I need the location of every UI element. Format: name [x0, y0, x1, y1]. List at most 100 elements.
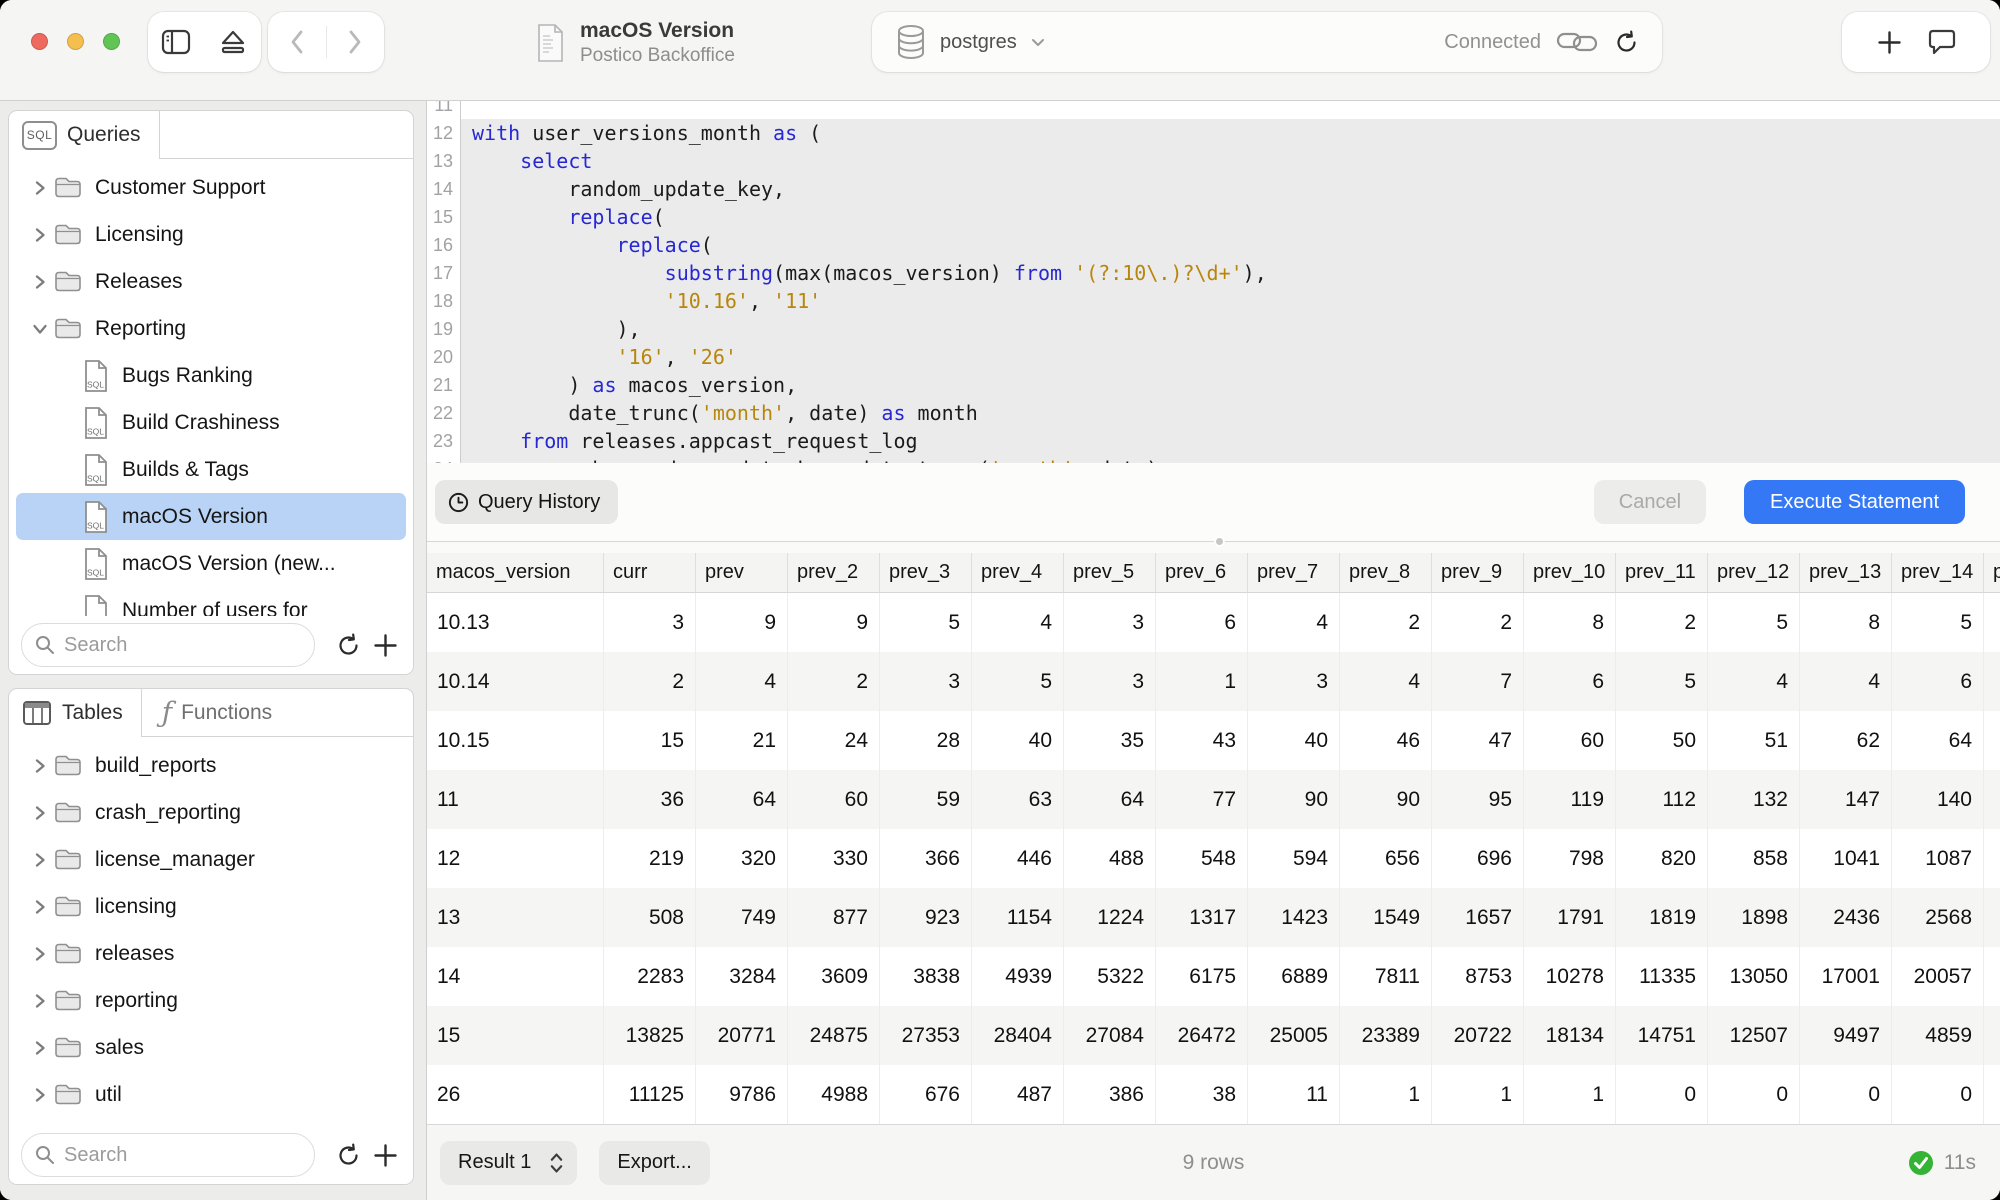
sql-editor[interactable]: 1112with user_versions_month as (13 sele… — [427, 101, 2000, 463]
tab-tables[interactable]: Tables — [9, 689, 142, 737]
table-row[interactable]: 10.15152124284035434046476050516264 — [427, 711, 2000, 770]
code-line-15[interactable]: 15 replace( — [427, 203, 2000, 231]
column-header-prev[interactable]: prev — [696, 553, 788, 593]
cell-value: 820 — [1616, 829, 1708, 888]
sidebar-item-build-reports[interactable]: build_reports — [16, 742, 406, 789]
chevron-right-icon[interactable] — [30, 272, 50, 292]
code-line-16[interactable]: 16 replace( — [427, 231, 2000, 259]
column-header-prev-15[interactable]: prev_15 — [1984, 553, 2000, 593]
chevron-right-icon[interactable] — [30, 991, 50, 1011]
sidebar-item-reporting[interactable]: reporting — [16, 977, 406, 1024]
refresh-queries-button[interactable] — [332, 629, 364, 661]
resize-grabber[interactable] — [1214, 536, 1225, 547]
column-header-prev-4[interactable]: prev_4 — [972, 553, 1064, 593]
sidebar-item-license-manager[interactable]: license_manager — [16, 836, 406, 883]
minimize-button[interactable] — [67, 33, 84, 50]
cell-value: 8 — [1800, 593, 1892, 652]
tables-search-input[interactable] — [21, 1133, 315, 1177]
table-row[interactable]: 10.13399543642282585 — [427, 593, 2000, 652]
eject-button[interactable] — [205, 12, 262, 72]
sidebar-item-number-of-users-for[interactable]: SQLNumber of users for — [16, 587, 406, 616]
code-line-17[interactable]: 17 substring(max(macos_version) from '(?… — [427, 259, 2000, 287]
chevron-right-icon[interactable] — [30, 1038, 50, 1058]
sidebar-item-releases[interactable]: Releases — [16, 258, 406, 305]
chevron-right-icon[interactable] — [30, 756, 50, 776]
code-line-18[interactable]: 18 '10.16', '11' — [427, 287, 2000, 315]
column-header-prev-5[interactable]: prev_5 — [1064, 553, 1156, 593]
table-row[interactable]: 26111259786498867648738638111110000 — [427, 1065, 2000, 1124]
cell-value: 3 — [604, 593, 696, 652]
close-button[interactable] — [31, 33, 48, 50]
column-header-prev-2[interactable]: prev_2 — [788, 553, 880, 593]
add-query-button[interactable] — [369, 629, 401, 661]
zoom-button[interactable] — [103, 33, 120, 50]
table-row[interactable]: 1221932033036644648854859465669679882085… — [427, 829, 2000, 888]
column-header-prev-11[interactable]: prev_11 — [1616, 553, 1708, 593]
tab-queries[interactable]: SQL Queries — [9, 111, 160, 159]
reconnect-button[interactable] — [1613, 29, 1640, 56]
toggle-sidebar-button[interactable] — [148, 12, 205, 72]
refresh-tables-button[interactable] — [332, 1139, 364, 1171]
feedback-button[interactable] — [1927, 12, 1957, 72]
code-line-21[interactable]: 21 ) as macos_version, — [427, 371, 2000, 399]
table-row[interactable]: 10.14242353134765446 — [427, 652, 2000, 711]
chevron-right-icon[interactable] — [30, 897, 50, 917]
table-row[interactable]: 1350874987792311541224131714231549165717… — [427, 888, 2000, 947]
execute-statement-button[interactable]: Execute Statement — [1744, 480, 1965, 524]
column-header-prev-9[interactable]: prev_9 — [1432, 553, 1524, 593]
code-line-22[interactable]: 22 date_trunc('month', date) as month — [427, 399, 2000, 427]
sidebar-item-licensing[interactable]: licensing — [16, 883, 406, 930]
column-header-prev-6[interactable]: prev_6 — [1156, 553, 1248, 593]
code-line-20[interactable]: 20 '16', '26' — [427, 343, 2000, 371]
sidebar-item-build-crashiness[interactable]: SQLBuild Crashiness — [16, 399, 406, 446]
queries-search-input[interactable] — [21, 623, 315, 667]
sidebar-item-licensing[interactable]: Licensing — [16, 211, 406, 258]
code-line-12[interactable]: 12with user_versions_month as ( — [427, 119, 2000, 147]
column-header-prev-13[interactable]: prev_13 — [1800, 553, 1892, 593]
code-line-11[interactable]: 11 — [427, 101, 2000, 119]
export-button[interactable]: Export... — [599, 1141, 709, 1185]
table-row[interactable]: 1136646059636477909095119112132147140 — [427, 770, 2000, 829]
column-header-curr[interactable]: curr — [604, 553, 696, 593]
sidebar-item-macos-version[interactable]: SQLmacOS Version — [16, 493, 406, 540]
sidebar-item-util[interactable]: util — [16, 1071, 406, 1118]
column-header-prev-7[interactable]: prev_7 — [1248, 553, 1340, 593]
chevron-right-icon[interactable] — [30, 850, 50, 870]
forward-button[interactable] — [327, 12, 385, 72]
sidebar-item-crash-reporting[interactable]: crash_reporting — [16, 789, 406, 836]
result-selector[interactable]: Result 1 — [440, 1141, 577, 1185]
column-header-prev-8[interactable]: prev_8 — [1340, 553, 1432, 593]
tab-functions[interactable]: ƒ Functions — [162, 696, 272, 729]
sidebar-item-releases[interactable]: releases — [16, 930, 406, 977]
add-table-button[interactable] — [369, 1139, 401, 1171]
chevron-right-icon[interactable] — [30, 1085, 50, 1105]
sidebar-item-bugs-ranking[interactable]: SQLBugs Ranking — [16, 352, 406, 399]
chevron-right-icon[interactable] — [30, 803, 50, 823]
column-header-macos-version[interactable]: macos_version — [427, 553, 604, 593]
chevron-right-icon[interactable] — [30, 178, 50, 198]
code-line-23[interactable]: 23 from releases.appcast_request_log — [427, 427, 2000, 455]
cancel-button[interactable]: Cancel — [1594, 480, 1706, 524]
code-line-19[interactable]: 19 ), — [427, 315, 2000, 343]
column-header-prev-10[interactable]: prev_10 — [1524, 553, 1616, 593]
column-header-prev-14[interactable]: prev_14 — [1892, 553, 1984, 593]
chevron-down-icon[interactable] — [30, 319, 50, 339]
sidebar-item-macos-version-new[interactable]: SQLmacOS Version (new... — [16, 540, 406, 587]
sidebar-item-sales[interactable]: sales — [16, 1024, 406, 1071]
chevron-right-icon[interactable] — [30, 944, 50, 964]
sidebar-item-customer-support[interactable]: Customer Support — [16, 164, 406, 211]
chevron-right-icon[interactable] — [30, 225, 50, 245]
table-row[interactable]: 1513825207712487527353284042708426472250… — [427, 1006, 2000, 1065]
sidebar-item-reporting[interactable]: Reporting — [16, 305, 406, 352]
sidebar-item-builds-tags[interactable]: SQLBuilds & Tags — [16, 446, 406, 493]
column-header-prev-3[interactable]: prev_3 — [880, 553, 972, 593]
table-row[interactable]: 1422833284360938384939532261756889781187… — [427, 947, 2000, 1006]
back-button[interactable] — [268, 12, 326, 72]
code-line-13[interactable]: 13 select — [427, 147, 2000, 175]
code-line-14[interactable]: 14 random_update_key, — [427, 175, 2000, 203]
new-item-button[interactable] — [1876, 12, 1903, 72]
query-history-button[interactable]: Query History — [435, 480, 618, 524]
code-line-24[interactable]: 24 group by random_update_key, date_trun… — [427, 455, 2000, 463]
database-selector[interactable]: postgres — [894, 23, 1047, 61]
column-header-prev-12[interactable]: prev_12 — [1708, 553, 1800, 593]
